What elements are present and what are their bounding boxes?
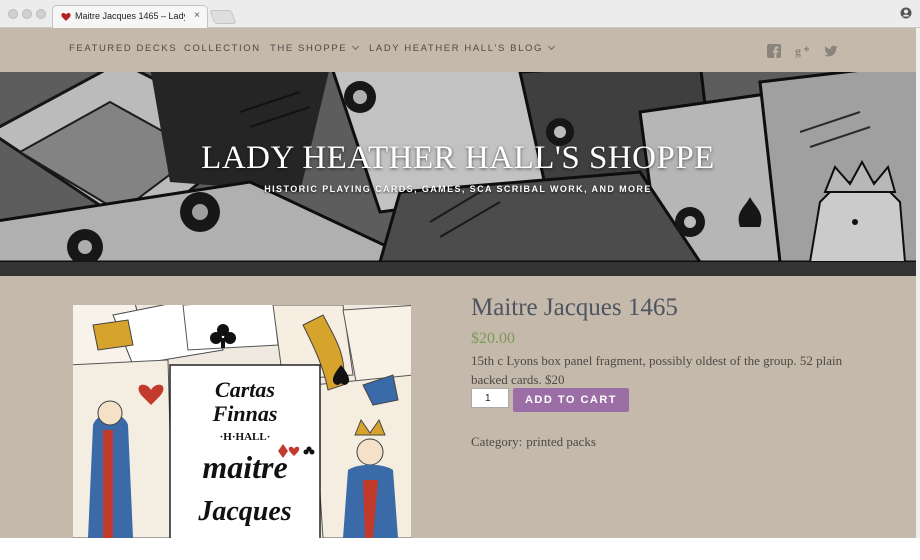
- twitter-icon[interactable]: [824, 44, 838, 58]
- hero-divider-bar: [0, 262, 916, 276]
- category-label: Category:: [471, 434, 523, 449]
- image-text-cartas: Cartas: [215, 377, 275, 402]
- nav-the-shoppe-label: The Shoppe: [270, 43, 348, 54]
- chevron-down-icon: [547, 42, 556, 51]
- new-tab-button[interactable]: [209, 10, 237, 24]
- product-cards-illustration: Cartas Finnas ·H·HALL· maitre Jacques: [73, 305, 411, 538]
- category-link[interactable]: printed packs: [526, 434, 596, 449]
- nav-collection-label: Collection: [184, 43, 261, 54]
- site-title[interactable]: LADY HEATHER HALL'S SHOPPE: [0, 140, 916, 177]
- main-nav: Featured Decks Collection The Shoppe Lad…: [0, 28, 916, 72]
- product-image[interactable]: Cartas Finnas ·H·HALL· maitre Jacques: [73, 305, 411, 538]
- image-text-finnas: Finnas: [212, 401, 278, 426]
- facebook-icon[interactable]: [767, 44, 781, 58]
- product-description: 15th c Lyons box panel fragment, possibl…: [471, 353, 843, 387]
- nav-featured-decks-label: Featured Decks: [69, 43, 178, 54]
- quantity-input[interactable]: [471, 388, 509, 408]
- image-text-hhall: ·H·HALL·: [220, 431, 271, 443]
- google-plus-icon[interactable]: g: [795, 44, 809, 58]
- site-tagline: Historic playing cards, games, SCA scrib…: [264, 184, 652, 194]
- tab-close-icon[interactable]: ×: [194, 10, 200, 21]
- window-minimize-dot[interactable]: [22, 9, 32, 19]
- heart-favicon-icon: [61, 12, 71, 21]
- nav-blog[interactable]: Lady Heather Hall's Blog: [369, 42, 556, 54]
- website: Featured Decks Collection The Shoppe Lad…: [0, 28, 916, 538]
- scrollbar[interactable]: [916, 28, 920, 538]
- nav-featured-decks[interactable]: Featured Decks: [69, 43, 177, 54]
- add-to-cart-button[interactable]: Add to cart: [513, 388, 629, 412]
- nav-the-shoppe[interactable]: The Shoppe: [270, 42, 360, 54]
- profile-icon[interactable]: [900, 7, 912, 19]
- window-zoom-dot[interactable]: [36, 9, 46, 19]
- nav-collection[interactable]: Collection: [184, 43, 261, 54]
- tab-title: Maitre Jacques 1465 – Lady Heat: [75, 11, 185, 21]
- window-close-dot[interactable]: [8, 9, 18, 19]
- image-text-maitre: maitre: [202, 449, 287, 485]
- browser-tab[interactable]: Maitre Jacques 1465 – Lady Heat ×: [52, 5, 208, 28]
- product-category: Category: printed packs: [471, 434, 596, 450]
- svg-text:g: g: [795, 44, 801, 58]
- browser-chrome: Maitre Jacques 1465 – Lady Heat ×: [0, 0, 920, 28]
- chevron-down-icon: [352, 42, 360, 51]
- image-text-jacques: Jacques: [197, 496, 291, 527]
- hero-banner: LADY HEATHER HALL'S SHOPPE Historic play…: [0, 72, 916, 262]
- nav-blog-label: Lady Heather Hall's Blog: [369, 43, 543, 54]
- product-price: $20.00: [471, 330, 515, 347]
- product-title: Maitre Jacques 1465: [471, 294, 678, 321]
